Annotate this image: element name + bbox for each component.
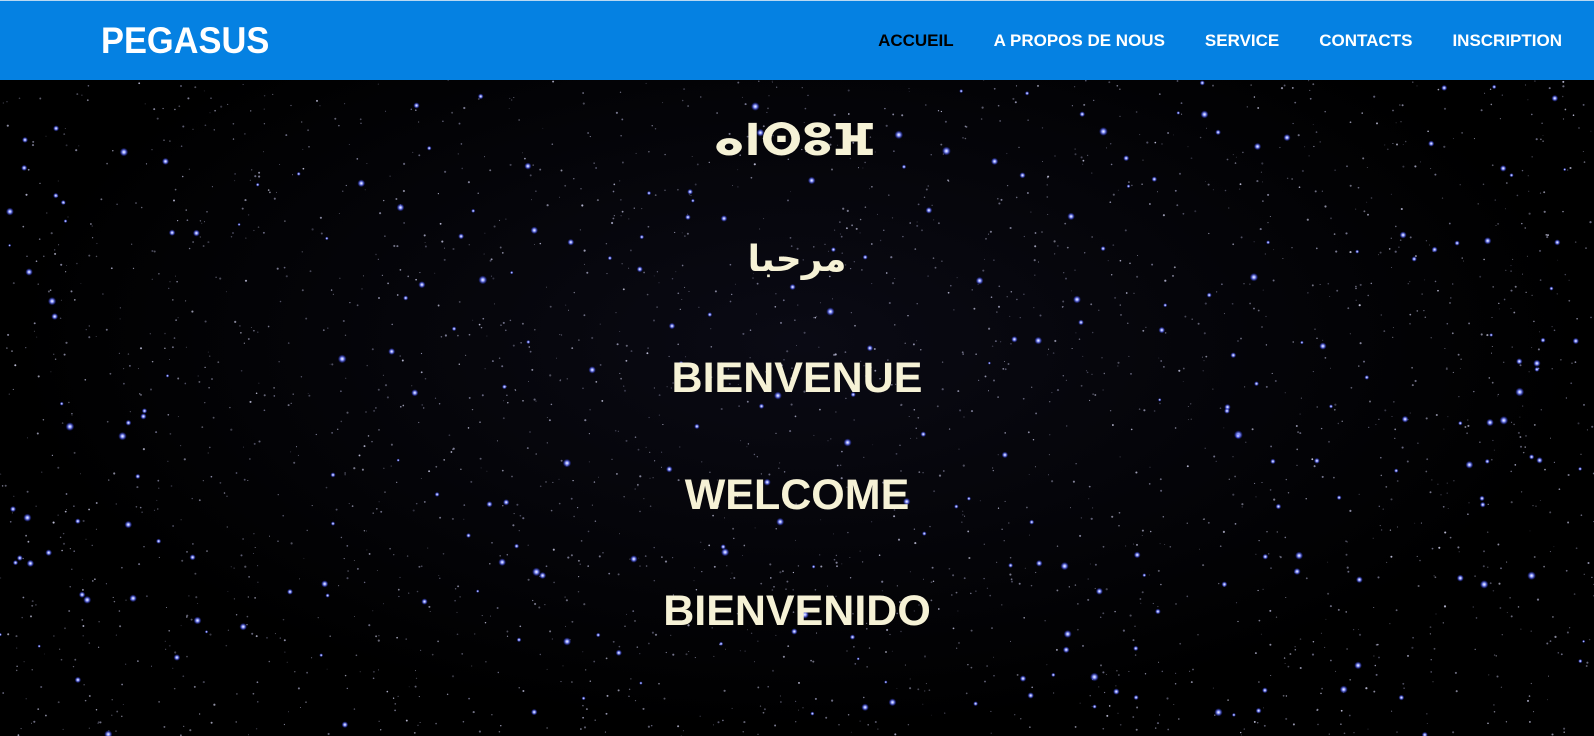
nav-link-accueil[interactable]: ACCUEIL: [878, 31, 954, 51]
main-nav: ACCUEIL A PROPOS DE NOUS SERVICE CONTACT…: [878, 1, 1594, 81]
hero-section: ⴰⵏⵙⵓⴼ مرحبا BIENVENUE WELCOME BIENVENIDO: [0, 80, 1594, 736]
nav-link-inscription[interactable]: INSCRIPTION: [1452, 31, 1562, 51]
greeting-english: WELCOME: [684, 471, 910, 519]
nav-link-service[interactable]: SERVICE: [1205, 31, 1279, 51]
greeting-spanish: BIENVENIDO: [663, 587, 931, 635]
starfield-background: [0, 80, 1594, 736]
brand-logo[interactable]: PEGASUS: [101, 21, 269, 61]
nav-link-contacts[interactable]: CONTACTS: [1319, 31, 1412, 51]
greeting-arabic: مرحبا: [747, 239, 847, 280]
nav-link-a-propos[interactable]: A PROPOS DE NOUS: [994, 31, 1165, 51]
navbar: PEGASUS ACCUEIL A PROPOS DE NOUS SERVICE…: [0, 0, 1594, 80]
greeting-tifinagh: ⴰⵏⵙⵓⴼ: [713, 116, 877, 165]
page: PEGASUS ACCUEIL A PROPOS DE NOUS SERVICE…: [0, 0, 1594, 736]
greeting-french: BIENVENUE: [671, 354, 923, 402]
